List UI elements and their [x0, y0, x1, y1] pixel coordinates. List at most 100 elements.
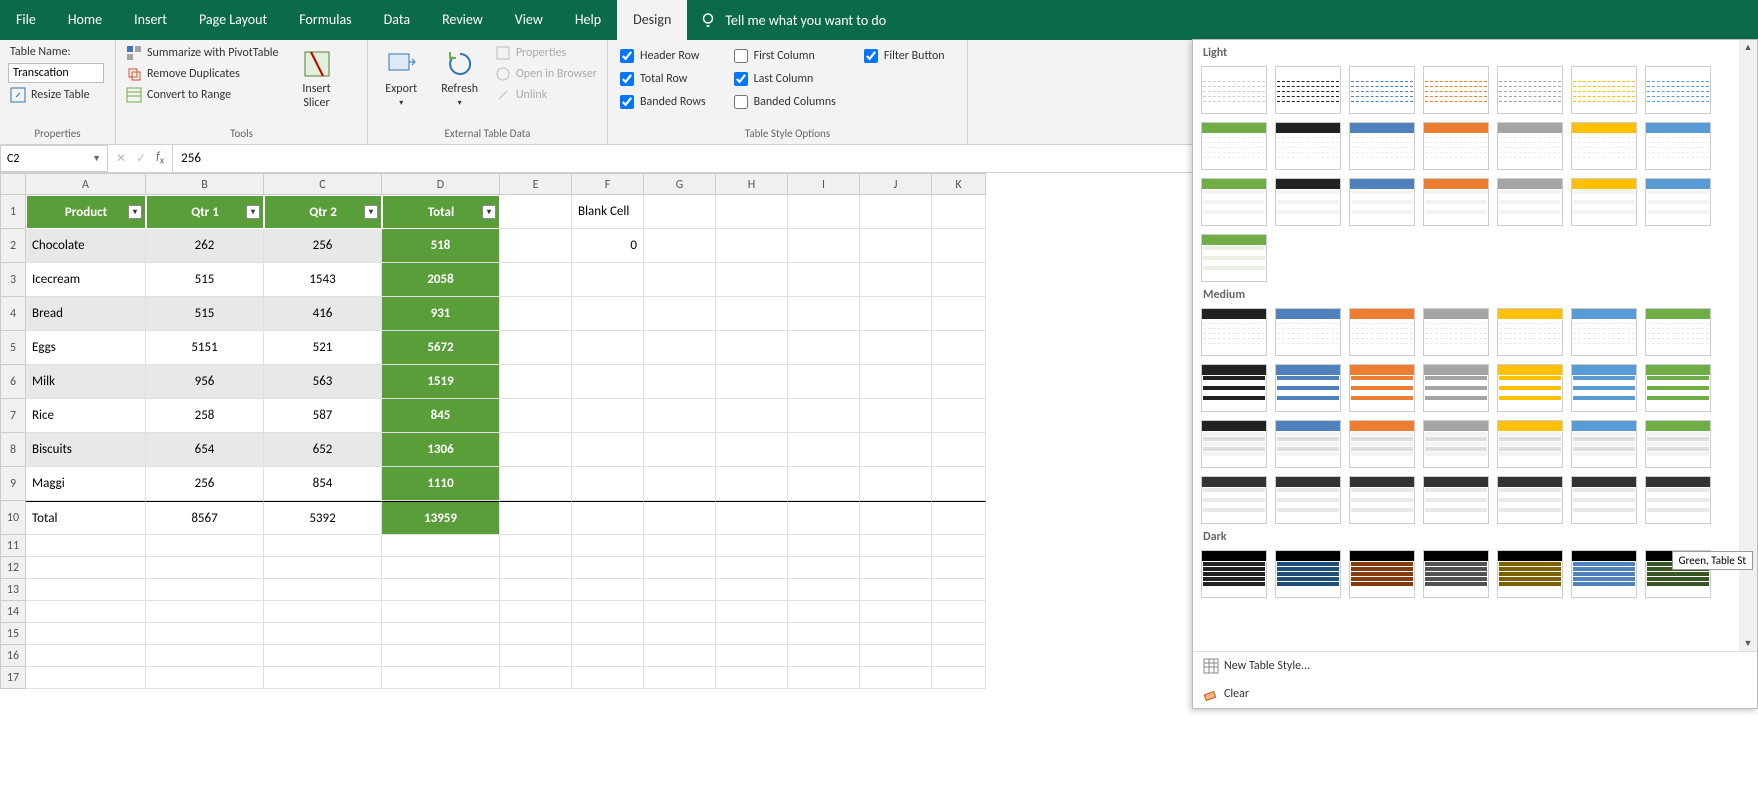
cell[interactable] — [26, 645, 146, 667]
cell[interactable] — [500, 229, 572, 263]
cell[interactable]: 8567 — [146, 501, 264, 535]
cell[interactable] — [788, 365, 860, 399]
cell[interactable] — [644, 535, 716, 557]
resize-table-button[interactable]: Resize Table — [8, 86, 104, 104]
cell[interactable] — [264, 623, 382, 645]
table-style-swatch[interactable] — [1349, 66, 1415, 114]
column-header[interactable]: F — [572, 173, 644, 195]
cell[interactable] — [788, 501, 860, 535]
tab-home[interactable]: Home — [52, 0, 118, 40]
table-style-swatch[interactable] — [1275, 122, 1341, 170]
table-style-swatch[interactable] — [1423, 364, 1489, 412]
cell[interactable] — [932, 433, 986, 467]
new-table-style-button[interactable]: New Table Style... — [1193, 652, 1757, 680]
cell[interactable] — [644, 501, 716, 535]
cell[interactable] — [500, 601, 572, 623]
cell[interactable]: 1110 — [382, 467, 500, 501]
cell[interactable]: 1306 — [382, 433, 500, 467]
table-style-swatch[interactable] — [1645, 476, 1711, 524]
column-header[interactable]: C — [264, 173, 382, 195]
cell[interactable]: 258 — [146, 399, 264, 433]
cell[interactable] — [716, 667, 788, 689]
column-header[interactable]: D — [382, 173, 500, 195]
table-header-cell[interactable]: Qtr 2▾ — [264, 195, 382, 229]
cell[interactable] — [860, 331, 932, 365]
cell[interactable]: Biscuits — [26, 433, 146, 467]
table-style-swatch[interactable] — [1645, 420, 1711, 468]
select-all-corner[interactable] — [0, 173, 26, 195]
cell[interactable]: 1519 — [382, 365, 500, 399]
cell[interactable]: Blank Cell — [572, 195, 644, 229]
row-header[interactable]: 13 — [0, 579, 26, 601]
column-header[interactable]: J — [860, 173, 932, 195]
cell[interactable] — [932, 331, 986, 365]
cell[interactable] — [572, 331, 644, 365]
cell[interactable] — [572, 365, 644, 399]
cell[interactable] — [644, 195, 716, 229]
table-style-swatch[interactable] — [1423, 178, 1489, 226]
cell[interactable] — [788, 331, 860, 365]
table-style-swatch[interactable] — [1571, 550, 1637, 598]
cell[interactable]: 0 — [572, 229, 644, 263]
table-name-input[interactable] — [8, 63, 104, 83]
cell[interactable] — [264, 645, 382, 667]
cell[interactable] — [788, 667, 860, 689]
table-style-swatch[interactable] — [1275, 308, 1341, 356]
cell[interactable] — [146, 645, 264, 667]
filter-dropdown-icon[interactable]: ▾ — [246, 205, 260, 219]
cell[interactable] — [500, 623, 572, 645]
row-header[interactable]: 7 — [0, 399, 26, 433]
row-header[interactable]: 6 — [0, 365, 26, 399]
cell[interactable] — [572, 645, 644, 667]
clear-style-button[interactable]: Clear — [1193, 680, 1757, 708]
fx-icon[interactable]: fx — [156, 150, 164, 166]
table-style-swatch[interactable] — [1201, 178, 1267, 226]
export-button[interactable]: Export ▾ — [376, 44, 426, 112]
cell[interactable] — [860, 195, 932, 229]
cell[interactable] — [644, 557, 716, 579]
last-column-checkbox[interactable]: Last Column — [730, 71, 840, 87]
cell[interactable] — [644, 667, 716, 689]
cell[interactable] — [860, 399, 932, 433]
cell[interactable]: Chocolate — [26, 229, 146, 263]
row-header[interactable]: 1 — [0, 195, 26, 229]
cell[interactable]: 515 — [146, 297, 264, 331]
cell[interactable] — [716, 331, 788, 365]
cell[interactable] — [716, 263, 788, 297]
filter-dropdown-icon[interactable]: ▾ — [364, 205, 378, 219]
column-header[interactable]: K — [932, 173, 986, 195]
table-style-swatch[interactable] — [1201, 550, 1267, 598]
cell[interactable] — [146, 579, 264, 601]
cell[interactable]: 256 — [146, 467, 264, 501]
cell[interactable] — [644, 579, 716, 601]
cell[interactable]: Milk — [26, 365, 146, 399]
cell[interactable] — [644, 229, 716, 263]
cell[interactable] — [146, 623, 264, 645]
cell[interactable] — [716, 601, 788, 623]
tab-help[interactable]: Help — [559, 0, 617, 40]
cell[interactable] — [382, 579, 500, 601]
first-column-checkbox[interactable]: First Column — [730, 48, 840, 64]
cell[interactable] — [264, 601, 382, 623]
cell[interactable] — [264, 557, 382, 579]
row-header[interactable]: 8 — [0, 433, 26, 467]
cell[interactable] — [382, 623, 500, 645]
cell[interactable] — [500, 579, 572, 601]
chevron-down-icon[interactable]: ▼ — [92, 153, 101, 164]
cell[interactable] — [500, 645, 572, 667]
cell[interactable] — [932, 229, 986, 263]
row-header[interactable]: 5 — [0, 331, 26, 365]
cell[interactable] — [932, 667, 986, 689]
cell[interactable]: Bread — [26, 297, 146, 331]
cell[interactable] — [716, 229, 788, 263]
table-header-cell[interactable]: Qtr 1▾ — [146, 195, 264, 229]
remove-duplicates-button[interactable]: Remove Duplicates — [124, 65, 281, 83]
table-style-swatch[interactable] — [1645, 364, 1711, 412]
banded-rows-checkbox[interactable]: Banded Rows — [616, 94, 710, 110]
tab-insert[interactable]: Insert — [118, 0, 183, 40]
table-style-swatch[interactable] — [1645, 308, 1711, 356]
cell[interactable] — [644, 623, 716, 645]
cell[interactable] — [860, 557, 932, 579]
filter-button-checkbox[interactable]: Filter Button — [860, 48, 949, 64]
tab-review[interactable]: Review — [426, 0, 499, 40]
